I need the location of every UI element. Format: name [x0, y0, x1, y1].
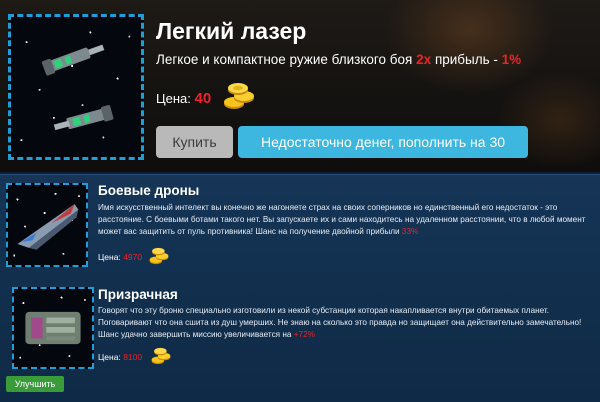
upgrade-button[interactable]: Улучшить [6, 376, 64, 392]
price-value: 8100 [123, 352, 143, 362]
item-title: Боевые дроны [98, 183, 200, 198]
item-title: Призрачная [98, 287, 178, 302]
item-price: Цена: 8100 [98, 352, 142, 362]
topup-button[interactable]: Недостаточно денег, пополнить на 30 [238, 126, 528, 158]
ghost-armor-thumbnail [12, 287, 94, 369]
price-label: Цена: [98, 252, 121, 262]
item-description-text: Говорят что эту броню специально изготов… [98, 306, 582, 339]
description-text: Легкое и компактное ружие близкого боя [156, 52, 413, 67]
item-description: Имя искусственный интелект вы конечно же… [98, 202, 594, 238]
price-label: Цена: [98, 352, 121, 362]
featured-item-price: Цена: 40 [156, 90, 211, 107]
drones-thumbnail [6, 183, 88, 267]
price-value: 4970 [123, 252, 143, 262]
profit-label: прибыль - [434, 52, 498, 67]
gold-coins-icon [224, 83, 254, 109]
featured-item-thumbnail [8, 14, 144, 160]
profit-multiplier: 2x [416, 52, 432, 67]
buy-button[interactable]: Купить [156, 126, 233, 158]
gold-coins-icon [151, 347, 171, 365]
featured-item-description: Легкое и компактное ружие близкого боя 2… [156, 52, 521, 67]
item-highlight: 33% [401, 227, 419, 236]
item-description: Говорят что эту броню специально изготов… [98, 305, 594, 341]
profit-value: 1% [501, 52, 522, 67]
drone-icon [17, 204, 79, 250]
item-highlight: +72% [293, 330, 315, 339]
laser-weapon-icon [41, 44, 114, 131]
price-value: 40 [194, 90, 212, 107]
item-price: Цена: 4970 [98, 252, 142, 262]
gold-coins-icon [149, 247, 169, 265]
price-label: Цена: [156, 91, 191, 106]
featured-item-title: Легкий лазер [156, 18, 307, 44]
item-description-text: Имя искусственный интелект вы конечно же… [98, 203, 586, 236]
ghost-armor-icon [25, 311, 81, 345]
